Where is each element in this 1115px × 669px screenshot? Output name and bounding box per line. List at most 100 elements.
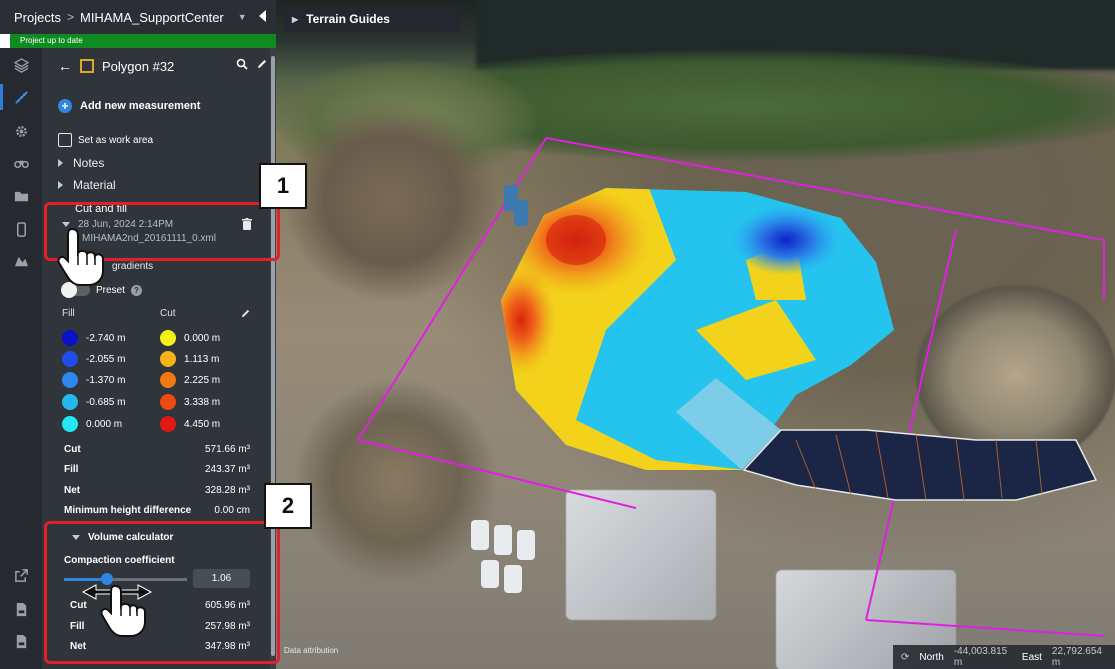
min-height-stat: Minimum height difference 0.00 cm	[64, 505, 250, 516]
measure-tools-icon[interactable]	[0, 82, 42, 112]
north-label: North	[919, 651, 944, 663]
fill-legend-item: -0.685 m	[62, 394, 125, 410]
notes-expander[interactable]: Notes	[58, 156, 104, 170]
gear-icon[interactable]	[0, 116, 42, 146]
drone-icon[interactable]	[0, 148, 42, 178]
work-area-checkbox[interactable]	[58, 133, 72, 147]
pencil-icon[interactable]	[256, 58, 268, 73]
edit-colors-icon[interactable]	[240, 308, 251, 322]
cut-fill-overlay	[356, 137, 1105, 637]
back-arrow-icon[interactable]: ←	[58, 58, 72, 74]
cut-legend-item: 0.000 m	[160, 330, 220, 346]
polygon-icon	[80, 59, 94, 73]
cut-column-header: Cut	[160, 308, 176, 319]
cut-legend-item: 4.450 m	[160, 416, 220, 432]
east-value: 22,792.654 m	[1051, 646, 1102, 668]
fill-column-header: Fill	[62, 308, 75, 319]
fill-legend-item: -2.740 m	[62, 330, 125, 346]
legend-value: -1.370 m	[86, 374, 126, 386]
plus-icon: +	[58, 99, 72, 113]
layers-icon[interactable]	[0, 50, 42, 80]
legend-value: 2.225 m	[184, 374, 221, 386]
folder-icon[interactable]	[0, 181, 42, 211]
drag-hand-icon	[81, 584, 153, 637]
stat-label: Net	[64, 485, 81, 496]
stat-value: 0.00 cm	[214, 505, 250, 516]
stat-label: Fill	[64, 464, 79, 475]
coordinate-readout: ⟳ North -44,003.815 m East 22,792.654 m	[893, 645, 1115, 669]
legend-value: 4.450 m	[184, 418, 221, 430]
breadcrumb-separator: >	[66, 10, 74, 24]
terrain-guides-bar[interactable]: ▶ Terrain Guides	[284, 6, 460, 32]
notes-label: Notes	[73, 156, 105, 170]
help-icon[interactable]: ?	[130, 284, 142, 296]
add-measurement-label: Add new measurement	[80, 100, 201, 112]
fill-legend-item: -1.370 m	[62, 372, 125, 388]
search-icon[interactable]	[236, 58, 248, 73]
pointer-hand-icon	[57, 227, 104, 286]
external-link-icon[interactable]	[0, 560, 42, 590]
add-measurement-button[interactable]: + Add new measurement	[58, 99, 200, 113]
data-attribution[interactable]: Data attribution	[284, 646, 338, 655]
stat-value: 243.37 m³	[204, 464, 250, 475]
fill-stat: Fill 243.37 m³	[64, 464, 250, 475]
stat-value: 571.66 m³	[204, 444, 250, 455]
net-stat: Net 328.28 m³	[64, 485, 250, 496]
fill-legend-item: -2.055 m	[62, 351, 125, 367]
projects-breadcrumb[interactable]: Projects	[14, 10, 61, 25]
color-swatch	[62, 330, 78, 346]
legend-value: -2.740 m	[86, 332, 126, 344]
stat-value: 328.28 m³	[204, 485, 250, 496]
white-vehicles	[471, 520, 535, 593]
stat-label: Minimum height difference	[64, 505, 192, 516]
icon-rail	[0, 48, 42, 669]
project-status: Project up to date	[10, 34, 276, 48]
legend-value: -0.685 m	[86, 396, 126, 408]
color-swatch	[62, 372, 78, 388]
cut-legend-item: 3.338 m	[160, 394, 220, 410]
material-expander[interactable]: Material	[58, 178, 116, 192]
polygon-title-row: ← Polygon #32	[58, 56, 268, 76]
gradients-label: gradients	[112, 261, 154, 272]
color-swatch	[160, 394, 176, 410]
map-viewport[interactable]: ▶ Terrain Guides Data attribution ⟳ Nort…	[276, 0, 1115, 669]
cut-legend-item: 2.225 m	[160, 372, 220, 388]
terrain-guides-label: Terrain Guides	[306, 12, 390, 26]
color-swatch	[160, 372, 176, 388]
pdf-file-icon[interactable]	[0, 626, 42, 656]
fill-legend-item: 0.000 m	[62, 416, 122, 432]
mobile-icon[interactable]	[0, 214, 42, 244]
work-area-option[interactable]: Set as work area	[58, 133, 153, 147]
csv-file-icon[interactable]	[0, 594, 42, 624]
legend-value: 3.338 m	[184, 396, 221, 408]
legend-value: -2.055 m	[86, 353, 126, 365]
chevron-right-icon	[58, 159, 63, 167]
project-header: Projects > MIHAMA_SupportCenter ▼	[0, 0, 276, 34]
color-swatch	[62, 416, 78, 432]
map-pin-icon[interactable]	[0, 246, 42, 276]
work-area-label: Set as work area	[78, 134, 154, 146]
chevron-down-icon[interactable]: ▼	[238, 12, 247, 22]
color-swatch	[160, 416, 176, 432]
color-swatch	[160, 351, 176, 367]
cut-legend-item: 1.113 m	[160, 351, 219, 367]
material-label: Material	[73, 178, 116, 192]
polygon-title: Polygon #32	[102, 58, 175, 74]
color-swatch	[62, 351, 78, 367]
expand-caret-icon[interactable]: ▶	[292, 15, 298, 24]
color-swatch	[62, 394, 78, 410]
callout-2: 2	[264, 483, 312, 529]
legend-value: 1.113 m	[184, 353, 220, 365]
chevron-right-icon	[58, 181, 63, 189]
project-name[interactable]: MIHAMA_SupportCenter	[80, 10, 224, 25]
stat-label: Cut	[64, 444, 81, 455]
callout-1: 1	[259, 163, 307, 209]
cut-stat: Cut 571.66 m³	[64, 444, 250, 455]
color-swatch	[160, 330, 176, 346]
east-label: East	[1021, 651, 1042, 663]
solar-array	[742, 429, 1098, 501]
collapse-panel-icon[interactable]	[259, 10, 266, 22]
blue-trucks	[504, 185, 528, 226]
legend-value: 0.000 m	[86, 418, 123, 430]
north-value: -44,003.815 m	[953, 646, 1008, 668]
